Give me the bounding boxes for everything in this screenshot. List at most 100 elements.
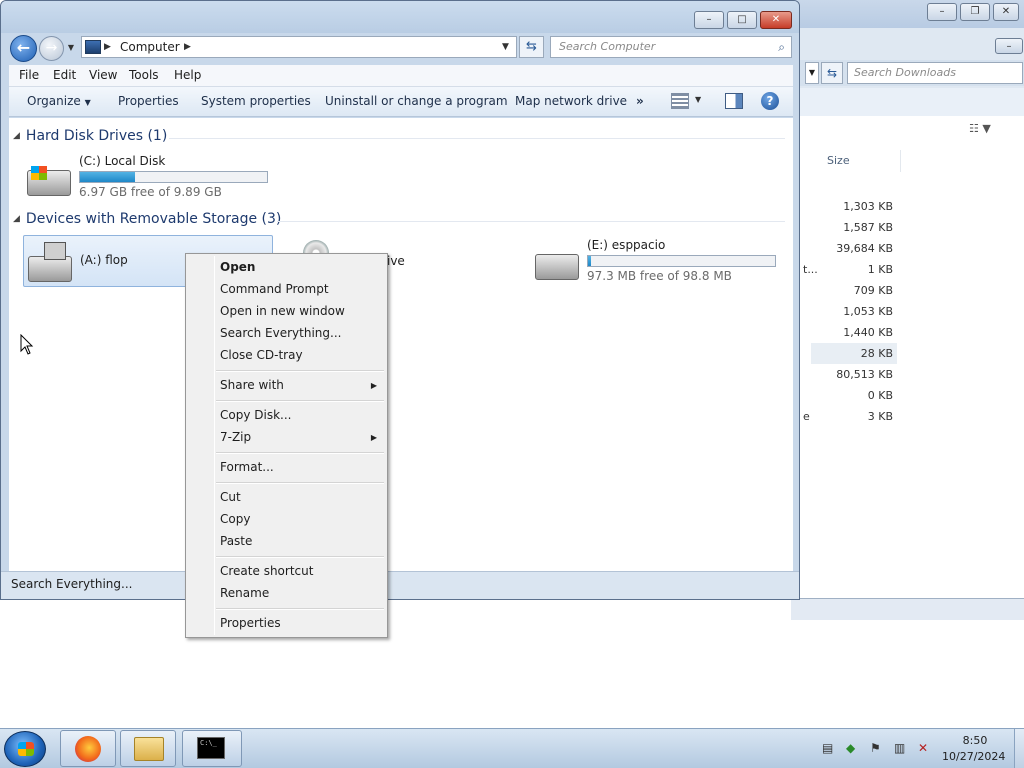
bg-size-cell: 28 KB bbox=[811, 343, 897, 364]
security-shield-icon[interactable]: ◆ bbox=[846, 741, 855, 755]
bg-refresh-icon[interactable]: ⇆ bbox=[821, 62, 843, 84]
menu-edit[interactable]: Edit bbox=[53, 68, 76, 82]
bg-size-column-header[interactable]: Size bbox=[821, 150, 901, 172]
search-icon[interactable]: ⌕ bbox=[778, 37, 785, 57]
maximize-button[interactable]: □ bbox=[727, 11, 757, 29]
mouse-cursor-icon bbox=[20, 334, 34, 355]
menu-item-search-everything[interactable]: Search Everything... bbox=[220, 326, 341, 340]
menu-item-command-prompt[interactable]: Command Prompt bbox=[220, 282, 329, 296]
drive-c-name: (C:) Local Disk bbox=[79, 154, 166, 168]
collapse-triangle-icon: ◢ bbox=[13, 131, 20, 141]
menu-tools[interactable]: Tools bbox=[129, 68, 159, 82]
menu-separator bbox=[216, 482, 384, 484]
collapse-triangle-icon: ◢ bbox=[13, 214, 20, 224]
action-center-flag-icon[interactable]: ⚑ bbox=[870, 741, 881, 755]
bg-search-input[interactable]: Search Downloads bbox=[847, 62, 1023, 84]
bg-close-button[interactable]: ✕ bbox=[993, 3, 1019, 21]
windows-logo-icon bbox=[31, 166, 47, 180]
menu-item-open[interactable]: Open bbox=[220, 260, 255, 274]
bg-size-cell: 39,684 KB bbox=[836, 242, 893, 255]
submenu-arrow-icon: ▶ bbox=[370, 433, 377, 442]
window-titlebar[interactable]: – □ ✕ bbox=[1, 1, 799, 33]
menu-item-close-cd-tray[interactable]: Close CD-tray bbox=[220, 348, 303, 362]
uninstall-program-button[interactable]: Uninstall or change a program bbox=[325, 94, 508, 108]
notes-icon[interactable]: ▤ bbox=[822, 741, 833, 755]
background-window[interactable]: – ❐ ✕ – ▼ ⇆ Search Downloads ☷ ▼ Size 1,… bbox=[790, 0, 1024, 620]
breadcrumb-chevron-icon[interactable]: ▶ bbox=[184, 37, 191, 57]
menu-file[interactable]: File bbox=[19, 68, 39, 82]
menu-item-share-with[interactable]: Share with bbox=[220, 378, 284, 392]
drive-c[interactable]: (C:) Local Disk 6.97 GB free of 9.89 GB bbox=[23, 152, 273, 202]
network-icon[interactable]: ▥ bbox=[894, 741, 905, 755]
history-dropdown-icon[interactable]: ▼ bbox=[65, 41, 77, 55]
bg-restore-button[interactable]: ❐ bbox=[960, 3, 990, 21]
search-placeholder: Search Computer bbox=[559, 40, 656, 53]
menu-item-rename[interactable]: Rename bbox=[220, 586, 269, 600]
search-input[interactable]: Search Computer ⌕ bbox=[550, 36, 792, 58]
bg-name-fragment: e bbox=[803, 410, 810, 423]
taskbar-firefox[interactable] bbox=[60, 730, 116, 767]
menu-item-cut[interactable]: Cut bbox=[220, 490, 241, 504]
menu-item-7zip[interactable]: 7-Zip bbox=[220, 430, 251, 444]
context-menu: Open Command Prompt Open in new window S… bbox=[185, 253, 388, 638]
close-button[interactable]: ✕ bbox=[760, 11, 792, 29]
address-dropdown-icon[interactable]: ▼ bbox=[502, 37, 509, 57]
start-button[interactable] bbox=[4, 731, 46, 767]
menu-help[interactable]: Help bbox=[174, 68, 201, 82]
map-network-drive-button[interactable]: Map network drive bbox=[515, 94, 627, 108]
menu-view[interactable]: View bbox=[89, 68, 117, 82]
menu-item-copy[interactable]: Copy bbox=[220, 512, 250, 526]
taskbar: C:\_ ▤ ◆ ⚑ ▥ ✕ 8:50 10/27/2024 bbox=[0, 728, 1024, 768]
bg-view-options-icon[interactable]: ☷ ▼ bbox=[969, 122, 1013, 140]
bg-status-bar bbox=[791, 598, 1024, 620]
group-header-hard-disks[interactable]: ◢ Hard Disk Drives (1) bbox=[13, 128, 167, 144]
menu-bar: File Edit View Tools Help bbox=[9, 65, 793, 87]
bg-small-button[interactable]: – bbox=[995, 38, 1023, 54]
more-commands-button[interactable]: » bbox=[636, 94, 644, 108]
system-properties-button[interactable]: System properties bbox=[201, 94, 311, 108]
bg-size-cell: 1,587 KB bbox=[843, 221, 893, 234]
view-dropdown-icon[interactable]: ▼ bbox=[695, 95, 701, 104]
drives-view: ◢ Hard Disk Drives (1) (C:) Local Disk 6.… bbox=[9, 118, 793, 571]
taskbar-explorer[interactable] bbox=[120, 730, 176, 767]
status-bar: Search Everything... bbox=[1, 571, 799, 599]
organize-button[interactable]: Organize ▼ bbox=[27, 94, 91, 108]
taskbar-cmd[interactable]: C:\_ bbox=[182, 730, 242, 767]
menu-item-open-new-window[interactable]: Open in new window bbox=[220, 304, 345, 318]
bg-size-cell: 0 KB bbox=[867, 389, 893, 402]
bg-toolbar bbox=[791, 88, 1024, 116]
menu-item-properties[interactable]: Properties bbox=[220, 616, 281, 630]
volume-muted-icon[interactable]: ✕ bbox=[918, 741, 928, 755]
help-icon[interactable]: ? bbox=[761, 92, 779, 110]
bg-address-dropdown[interactable]: ▼ bbox=[805, 62, 819, 84]
menu-item-paste[interactable]: Paste bbox=[220, 534, 252, 548]
bg-titlebar[interactable]: – ❐ ✕ bbox=[791, 0, 1024, 28]
bg-minimize-button[interactable]: – bbox=[927, 3, 957, 21]
clock-date[interactable]: 10/27/2024 bbox=[942, 750, 1005, 763]
show-desktop-button[interactable] bbox=[1014, 729, 1024, 768]
command-bar: Organize ▼ Properties System properties … bbox=[9, 87, 793, 117]
breadcrumb-computer[interactable]: Computer bbox=[120, 37, 180, 57]
menu-gutter bbox=[214, 256, 215, 635]
drive-d-name-fragment[interactable]: ive bbox=[387, 254, 405, 268]
menu-item-format[interactable]: Format... bbox=[220, 460, 274, 474]
bg-size-cell: 1,440 KB bbox=[843, 326, 893, 339]
drive-e[interactable]: (E:) esppacio 97.3 MB free of 98.8 MB bbox=[535, 236, 785, 286]
preview-pane-icon[interactable] bbox=[725, 93, 743, 109]
bg-size-cell: 709 KB bbox=[853, 284, 893, 297]
menu-item-copy-disk[interactable]: Copy Disk... bbox=[220, 408, 291, 422]
menu-separator bbox=[216, 608, 384, 610]
clock-time[interactable]: 8:50 bbox=[960, 734, 990, 747]
refresh-icon[interactable]: ⇆ bbox=[519, 36, 544, 58]
change-view-icon[interactable] bbox=[671, 93, 689, 109]
group-divider bbox=[169, 138, 785, 139]
explorer-window[interactable]: – □ ✕ ← → ▼ ▶ Computer ▶ ▼ ⇆ Search Comp… bbox=[0, 0, 800, 600]
breadcrumb-chevron-icon[interactable]: ▶ bbox=[104, 37, 111, 57]
back-button[interactable]: ← bbox=[10, 35, 37, 62]
address-bar[interactable]: ▶ Computer ▶ ▼ bbox=[81, 36, 517, 58]
properties-button[interactable]: Properties bbox=[118, 94, 179, 108]
forward-button[interactable]: → bbox=[39, 36, 64, 61]
minimize-button[interactable]: – bbox=[694, 11, 724, 29]
menu-item-create-shortcut[interactable]: Create shortcut bbox=[220, 564, 313, 578]
group-header-removable[interactable]: ◢ Devices with Removable Storage (3) bbox=[13, 211, 281, 227]
